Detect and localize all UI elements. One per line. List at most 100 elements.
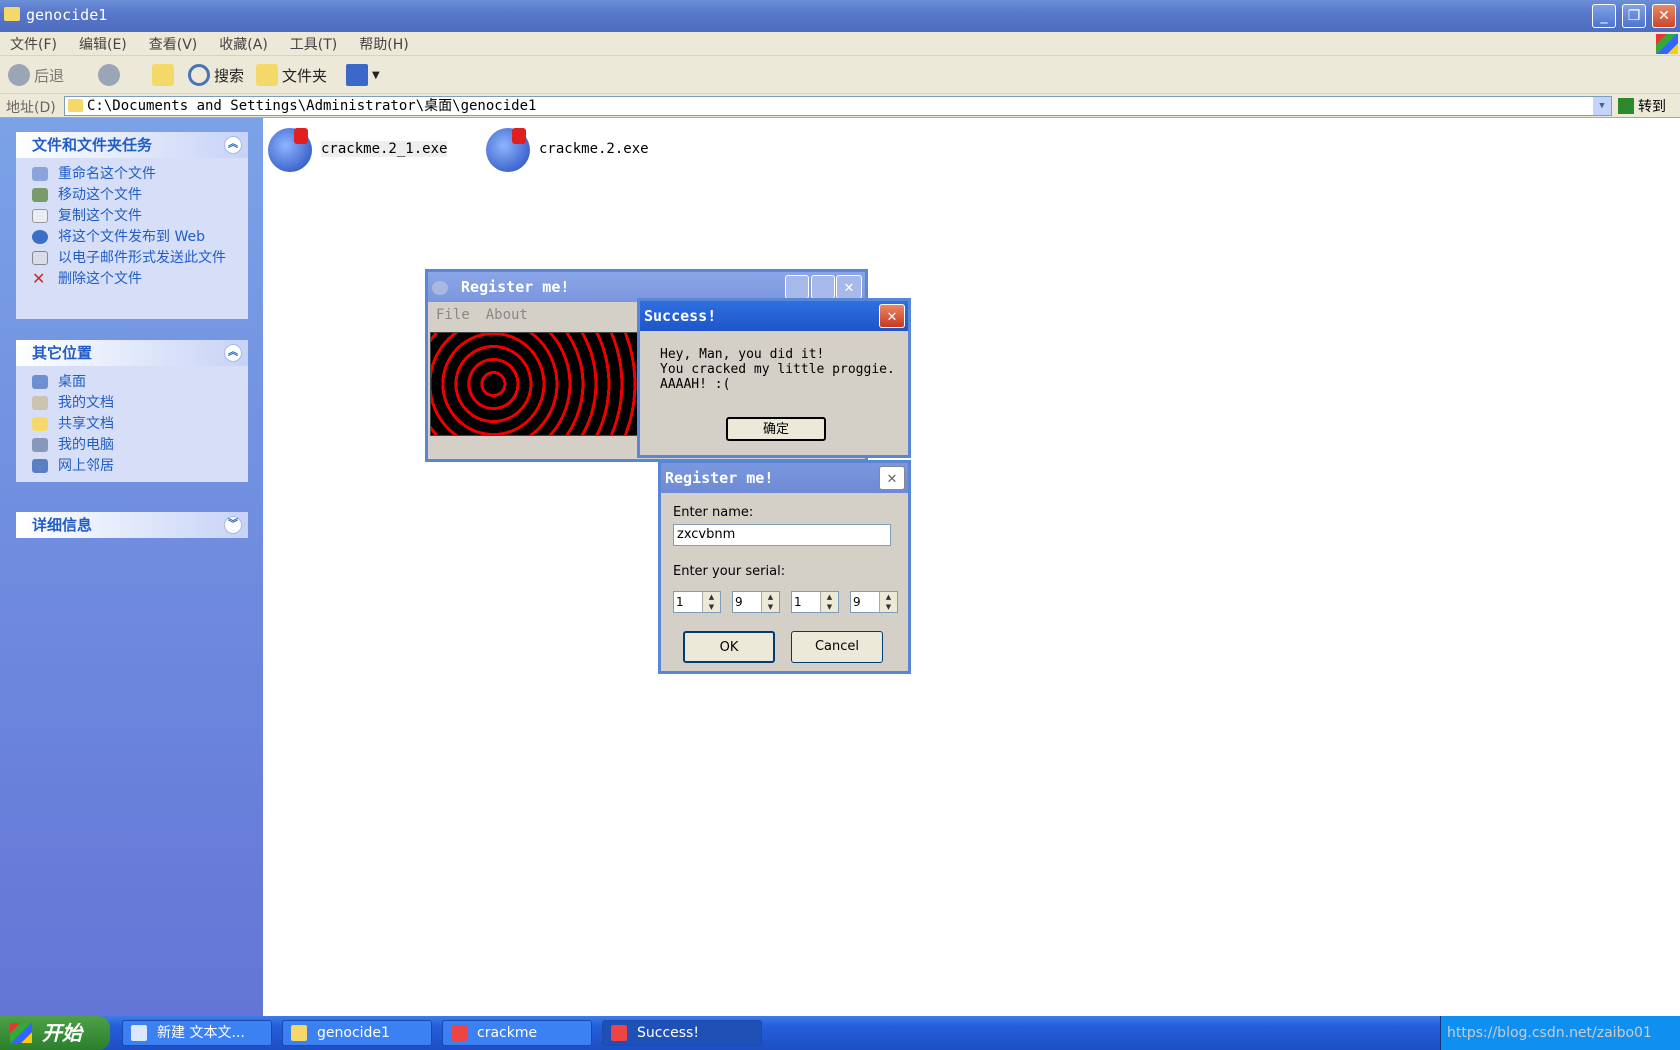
place-my-documents[interactable]: 我的文档 bbox=[16, 393, 248, 414]
forward-button[interactable] bbox=[98, 64, 124, 86]
spin-arrows-icon[interactable]: ▲ ▼ bbox=[761, 592, 779, 612]
close-button[interactable]: ✕ bbox=[1652, 4, 1676, 28]
register-cancel-button[interactable]: Cancel bbox=[791, 631, 883, 663]
menu-file[interactable]: File bbox=[436, 307, 470, 323]
address-label: 地址(D) bbox=[6, 100, 56, 116]
task-copy[interactable]: 复制这个文件 bbox=[16, 206, 248, 227]
register-dialog-titlebar: Register me! ✕ bbox=[661, 463, 908, 493]
chevron-down-icon: ▼ bbox=[372, 69, 380, 81]
file-name-crackme-2-1[interactable]: crackme.2_1.exe bbox=[321, 141, 448, 157]
minimize-button[interactable]: _ bbox=[1592, 4, 1616, 28]
taskbar: 开始 新建 文本文... genocide1 crackme Success! … bbox=[0, 1016, 1680, 1050]
shared-folder-icon bbox=[32, 417, 48, 431]
file-name-crackme-2[interactable]: crackme.2.exe bbox=[539, 141, 649, 157]
network-icon bbox=[32, 459, 48, 473]
windows-logo-icon bbox=[10, 1023, 32, 1043]
ok-button[interactable]: 确定 bbox=[726, 417, 826, 441]
menu-about[interactable]: About bbox=[486, 307, 528, 323]
close-button[interactable]: ✕ bbox=[836, 275, 862, 299]
toolbar: 后退 搜索 文件夹 ▼ bbox=[0, 56, 1680, 94]
serial-spinner-2[interactable]: 9 ▲ ▼ bbox=[732, 591, 780, 613]
folder-icon bbox=[291, 1025, 307, 1041]
collapse-icon[interactable]: ︽ bbox=[224, 344, 242, 362]
task-delete[interactable]: ✕ 删除这个文件 bbox=[16, 269, 248, 290]
exe-file-icon[interactable] bbox=[486, 128, 530, 172]
back-button[interactable]: 后退 bbox=[8, 64, 64, 86]
system-tray: https://blog.csdn.net/zaibo01 bbox=[1440, 1016, 1680, 1050]
file-tasks-header[interactable]: 文件和文件夹任务 ︽ bbox=[16, 132, 248, 158]
folders-button[interactable]: 文件夹 bbox=[256, 64, 327, 86]
crackme-icon bbox=[611, 1025, 627, 1041]
windows-logo-icon bbox=[1656, 34, 1678, 54]
menu-favorites[interactable]: 收藏(A) bbox=[219, 34, 268, 54]
name-input[interactable]: zxcvbnm bbox=[673, 524, 891, 546]
expand-icon[interactable]: ︾ bbox=[224, 516, 242, 534]
serial-spinner-3[interactable]: 1 ▲ ▼ bbox=[791, 591, 839, 613]
place-desktop[interactable]: 桌面 bbox=[16, 372, 248, 393]
menu-help[interactable]: 帮助(H) bbox=[359, 34, 408, 54]
file-list bbox=[263, 118, 1680, 1016]
register-ok-button[interactable]: OK bbox=[683, 631, 775, 663]
details-header[interactable]: 详细信息 ︾ bbox=[16, 512, 248, 538]
other-places-header[interactable]: 其它位置 ︽ bbox=[16, 340, 248, 366]
minimize-button[interactable] bbox=[785, 275, 809, 299]
serial-spinner-1[interactable]: 1 ▲ ▼ bbox=[673, 591, 721, 613]
task-crackme[interactable]: crackme bbox=[442, 1020, 592, 1046]
start-button[interactable]: 开始 bbox=[0, 1016, 110, 1050]
menu-edit[interactable]: 编辑(E) bbox=[79, 34, 127, 54]
folder-icon bbox=[4, 7, 20, 21]
success-message: Hey, Man, you did it! You cracked my lit… bbox=[660, 347, 895, 392]
folder-icon bbox=[68, 99, 83, 112]
search-button[interactable]: 搜索 bbox=[188, 64, 244, 86]
task-publish-web[interactable]: 将这个文件发布到 Web bbox=[16, 227, 248, 248]
go-button[interactable]: 转到 bbox=[1618, 96, 1666, 116]
address-dropdown-icon[interactable]: ▼ bbox=[1593, 97, 1611, 115]
forward-arrow-icon bbox=[98, 64, 120, 86]
details-panel: 详细信息 ︾ bbox=[16, 512, 248, 538]
desktop-icon bbox=[32, 375, 48, 389]
spin-arrows-icon[interactable]: ▲ ▼ bbox=[820, 592, 838, 612]
maximize-button[interactable]: ❐ bbox=[1622, 4, 1646, 28]
task-email[interactable]: 以电子邮件形式发送此文件 bbox=[16, 248, 248, 269]
place-network[interactable]: 网上邻居 bbox=[16, 456, 248, 477]
task-success[interactable]: Success! bbox=[602, 1020, 762, 1046]
serial-spinner-4[interactable]: 9 ▲ ▼ bbox=[850, 591, 898, 613]
collapse-icon[interactable]: ︽ bbox=[224, 136, 242, 154]
address-input[interactable]: C:\Documents and Settings\Administrator\… bbox=[64, 96, 1612, 116]
task-genocide1[interactable]: genocide1 bbox=[282, 1020, 432, 1046]
watermark-text: https://blog.csdn.net/zaibo01 bbox=[1447, 1025, 1652, 1041]
back-arrow-icon bbox=[8, 64, 30, 86]
go-arrow-icon bbox=[1618, 98, 1634, 114]
close-button[interactable]: ✕ bbox=[879, 304, 905, 328]
views-icon bbox=[346, 64, 368, 86]
views-button[interactable]: ▼ bbox=[346, 64, 380, 86]
menu-bar: 文件(F) 编辑(E) 查看(V) 收藏(A) 工具(T) 帮助(H) bbox=[0, 32, 1680, 56]
place-shared-documents[interactable]: 共享文档 bbox=[16, 414, 248, 435]
up-folder-icon bbox=[152, 64, 174, 86]
menu-file[interactable]: 文件(F) bbox=[10, 34, 57, 54]
close-button[interactable]: ✕ bbox=[879, 466, 905, 490]
task-pane: 文件和文件夹任务 ︽ 重命名这个文件 移动这个文件 复制这个文件 将这个文件发布到… bbox=[0, 118, 263, 1016]
place-my-computer[interactable]: 我的电脑 bbox=[16, 435, 248, 456]
maximize-button[interactable] bbox=[811, 275, 835, 299]
move-icon bbox=[32, 188, 48, 202]
spin-arrows-icon[interactable]: ▲ ▼ bbox=[879, 592, 897, 612]
menu-view[interactable]: 查看(V) bbox=[149, 34, 198, 54]
register-dialog: Register me! ✕ Enter name: zxcvbnm Enter… bbox=[658, 460, 911, 674]
app-icon bbox=[432, 280, 448, 295]
spin-arrows-icon[interactable]: ▲ ▼ bbox=[702, 592, 720, 612]
globe-icon bbox=[32, 230, 48, 244]
window-title: genocide1 bbox=[26, 6, 108, 24]
notepad-icon bbox=[131, 1025, 147, 1041]
up-folder-button[interactable] bbox=[152, 64, 178, 86]
search-icon bbox=[188, 64, 210, 86]
copy-icon bbox=[32, 209, 48, 223]
menu-tools[interactable]: 工具(T) bbox=[290, 34, 337, 54]
task-move[interactable]: 移动这个文件 bbox=[16, 185, 248, 206]
task-notepad[interactable]: 新建 文本文... bbox=[122, 1020, 272, 1046]
exe-file-icon[interactable] bbox=[268, 128, 312, 172]
success-dialog: Success! ✕ Hey, Man, you did it! You cra… bbox=[637, 298, 911, 458]
window-titlebar: genocide1 _ ❐ ✕ bbox=[0, 0, 1680, 32]
task-rename[interactable]: 重命名这个文件 bbox=[16, 164, 248, 185]
address-bar: 地址(D) C:\Documents and Settings\Administ… bbox=[0, 94, 1680, 118]
